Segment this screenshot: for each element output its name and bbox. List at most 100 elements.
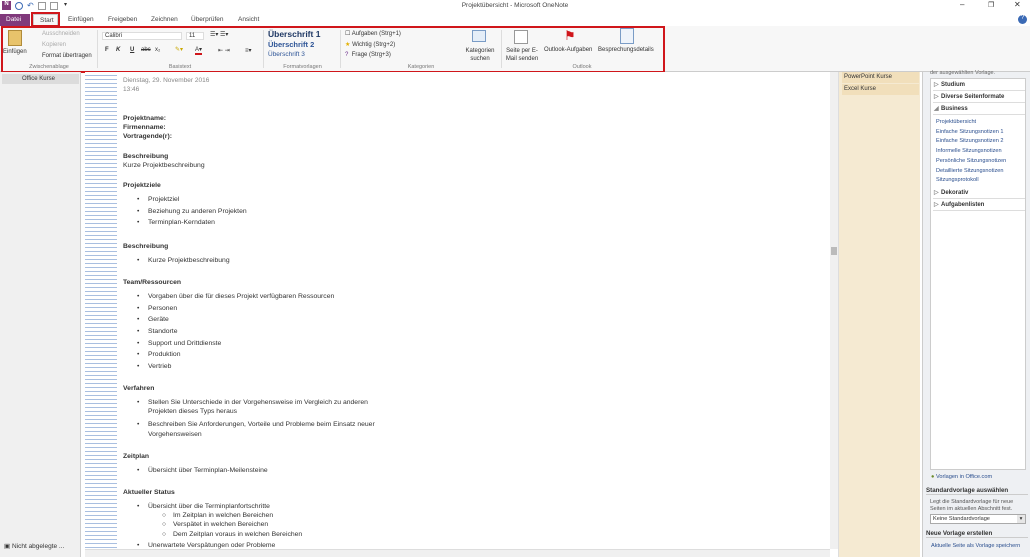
italic-button[interactable]: K bbox=[116, 47, 120, 53]
note-line[interactable]: Kurze Projektbeschreibung bbox=[123, 162, 205, 169]
underline-button[interactable]: U bbox=[130, 47, 134, 53]
minimize-button[interactable]: – bbox=[960, 0, 964, 9]
font-color-button[interactable]: A▾ bbox=[195, 46, 203, 55]
help-icon[interactable]: ? bbox=[1018, 15, 1027, 24]
cut-button[interactable]: Ausschneiden bbox=[42, 31, 80, 37]
template-link[interactable]: Persönliche Sitzungsnotizen bbox=[936, 158, 1006, 164]
template-link[interactable]: Informelle Sitzungsnotizen bbox=[936, 148, 1002, 154]
note-line[interactable]: Projekten dieses Typs heraus bbox=[148, 408, 237, 415]
template-list[interactable]: ▷ Studium ▷ Diverse Seitenformate ◢ Business P… bbox=[930, 78, 1026, 470]
section-heading[interactable]: Aktueller Status bbox=[123, 489, 175, 496]
note-line[interactable]: • Support und Drittdienste bbox=[137, 340, 221, 347]
template-category[interactable]: ▷ Diverse Seitenformate bbox=[933, 92, 1025, 103]
note-line[interactable]: • Standorte bbox=[137, 328, 177, 335]
tab-draw[interactable]: Zeichnen bbox=[145, 14, 184, 26]
page-scrollbar[interactable] bbox=[830, 72, 838, 549]
page-tab[interactable]: PowerPoint Kurse bbox=[842, 72, 919, 83]
office-templates-link[interactable]: ● Vorlagen in Office.com bbox=[931, 474, 992, 480]
template-link[interactable]: Einfache Sitzungsnotizen 2 bbox=[936, 138, 1003, 144]
meeting-details-icon[interactable] bbox=[620, 28, 634, 44]
page-tab[interactable]: Excel Kurse bbox=[842, 84, 919, 95]
note-line[interactable]: • Kurze Projektbeschreibung bbox=[137, 257, 230, 264]
tab-insert[interactable]: Einfügen bbox=[62, 14, 100, 26]
meeting-details-button[interactable]: Besprechungsdetails bbox=[598, 47, 654, 53]
note-line[interactable]: Vorgehensweisen bbox=[148, 431, 202, 438]
default-template-select[interactable]: Keine Standardvorlage ▾ bbox=[930, 514, 1026, 524]
style-heading1[interactable]: Überschrift 1 bbox=[268, 29, 320, 39]
section-heading[interactable]: Firmenname: bbox=[123, 124, 166, 131]
save-as-template-link[interactable]: Aktuelle Seite als Vorlage speichern bbox=[931, 543, 1020, 549]
important-tag[interactable]: ★ Wichtig (Strg+2) bbox=[345, 41, 395, 48]
tab-review[interactable]: Überprüfen bbox=[185, 14, 230, 26]
unfiled-notes-button[interactable]: ▣ Nicht abgelegte ... bbox=[4, 542, 64, 550]
section-heading[interactable]: Vortragende(r): bbox=[123, 133, 172, 140]
font-select[interactable]: Calibri bbox=[102, 32, 182, 40]
find-tags-icon[interactable] bbox=[472, 30, 486, 42]
notebook-item[interactable]: Office Kurse bbox=[2, 74, 79, 84]
section-heading[interactable]: Beschreibung bbox=[123, 153, 168, 160]
template-link[interactable]: Detaillierte Sitzungsnotizen bbox=[936, 168, 1003, 174]
format-painter-button[interactable]: Format übertragen bbox=[42, 53, 92, 59]
note-line[interactable]: • Stellen Sie Unterschiede in der Vorgehe… bbox=[137, 399, 368, 406]
paste-icon[interactable] bbox=[8, 30, 22, 46]
font-size-select[interactable]: 11 bbox=[186, 32, 204, 40]
indent-buttons[interactable]: ⇤ ⇥ bbox=[218, 47, 230, 54]
tab-file[interactable]: Datei bbox=[0, 14, 30, 26]
note-line[interactable]: • Vertrieb bbox=[137, 363, 171, 370]
tab-view[interactable]: Ansicht bbox=[232, 14, 265, 26]
section-heading[interactable]: Team/Ressourcen bbox=[123, 279, 181, 286]
bullet-icon: • bbox=[137, 257, 140, 264]
note-line[interactable]: • Beziehung zu anderen Projekten bbox=[137, 208, 247, 215]
template-category[interactable]: ▷ Dekorativ bbox=[933, 188, 1025, 199]
note-line[interactable]: ○ Verspätet in welchen Bereichen bbox=[162, 521, 268, 528]
collapsed-icon: ▷ bbox=[934, 94, 939, 100]
template-category[interactable]: ◢ Business bbox=[933, 104, 1025, 115]
maximize-button[interactable]: ❐ bbox=[988, 1, 994, 9]
note-line[interactable]: • Personen bbox=[137, 305, 177, 312]
subscript-button[interactable]: x₂ bbox=[155, 47, 160, 53]
bullet-icon: • bbox=[137, 293, 140, 300]
copy-button[interactable]: Kopieren bbox=[42, 42, 66, 48]
note-line[interactable]: • Projektziel bbox=[137, 196, 179, 203]
highlight-color-button[interactable]: ✎▾ bbox=[175, 46, 183, 53]
note-line[interactable]: • Geräte bbox=[137, 316, 169, 323]
template-category[interactable]: ▷ Studium bbox=[933, 80, 1025, 91]
tab-share[interactable]: Freigeben bbox=[102, 14, 143, 26]
hscroll[interactable] bbox=[85, 549, 830, 557]
note-line[interactable]: • Produktion bbox=[137, 351, 181, 358]
align-button[interactable]: ≡▾ bbox=[245, 47, 252, 54]
note-line[interactable]: ○ Dem Zeitplan voraus in welchen Bereiche… bbox=[162, 531, 302, 538]
email-page-button[interactable]: Seite per E-Mail senden bbox=[502, 47, 542, 63]
question-tag[interactable]: ? Frage (Strg+3) bbox=[345, 52, 391, 58]
note-line[interactable]: • Terminplan-Kerndaten bbox=[137, 219, 215, 226]
bullets-button[interactable]: ☰▾ ☰▾ bbox=[210, 31, 228, 38]
close-button[interactable]: ✕ bbox=[1014, 0, 1021, 9]
bullet-icon: • bbox=[137, 351, 140, 358]
note-line[interactable]: • Übersicht über die Terminplanfortschrit… bbox=[137, 503, 270, 510]
section-heading[interactable]: Projektziele bbox=[123, 182, 161, 189]
section-heading[interactable]: Projektname: bbox=[123, 115, 166, 122]
outlook-tasks-button[interactable]: Outlook-Aufgaben bbox=[544, 47, 592, 53]
note-line[interactable]: • Beschreiben Sie Anforderungen, Vorteile… bbox=[137, 421, 375, 428]
todo-tag[interactable]: ☐ Aufgaben (Strg+1) bbox=[345, 30, 401, 37]
style-heading3[interactable]: Überschrift 3 bbox=[268, 51, 305, 58]
email-page-icon[interactable] bbox=[514, 30, 528, 44]
section-heading[interactable]: Verfahren bbox=[123, 385, 154, 392]
paste-button[interactable]: Einfügen bbox=[3, 49, 27, 55]
template-category[interactable]: ▷ Aufgabenlisten bbox=[933, 200, 1025, 211]
bold-button[interactable]: F bbox=[105, 47, 109, 53]
style-heading2[interactable]: Überschrift 2 bbox=[268, 40, 314, 49]
page-canvas[interactable] bbox=[85, 72, 830, 549]
note-line[interactable]: • Unerwartete Verspätungen oder Probleme bbox=[137, 542, 275, 549]
strikethrough-button[interactable]: abc bbox=[141, 47, 151, 53]
note-line[interactable]: ○ Im Zeitplan in welchen Bereichen bbox=[162, 512, 273, 519]
note-line[interactable]: • Vorgaben über die für dieses Projekt ve… bbox=[137, 293, 334, 300]
section-heading[interactable]: Beschreibung bbox=[123, 243, 168, 250]
section-heading[interactable]: Zeitplan bbox=[123, 453, 149, 460]
template-link[interactable]: Sitzungsprotokoll bbox=[936, 177, 979, 183]
note-line[interactable]: • Übersicht über Terminplan-Meilensteine bbox=[137, 467, 268, 474]
find-tags-button[interactable]: Kategorien suchen bbox=[462, 47, 498, 63]
flag-icon[interactable]: ⚑ bbox=[564, 28, 576, 44]
template-link[interactable]: Projektübersicht bbox=[936, 119, 976, 125]
template-link[interactable]: Einfache Sitzungsnotizen 1 bbox=[936, 129, 1003, 135]
